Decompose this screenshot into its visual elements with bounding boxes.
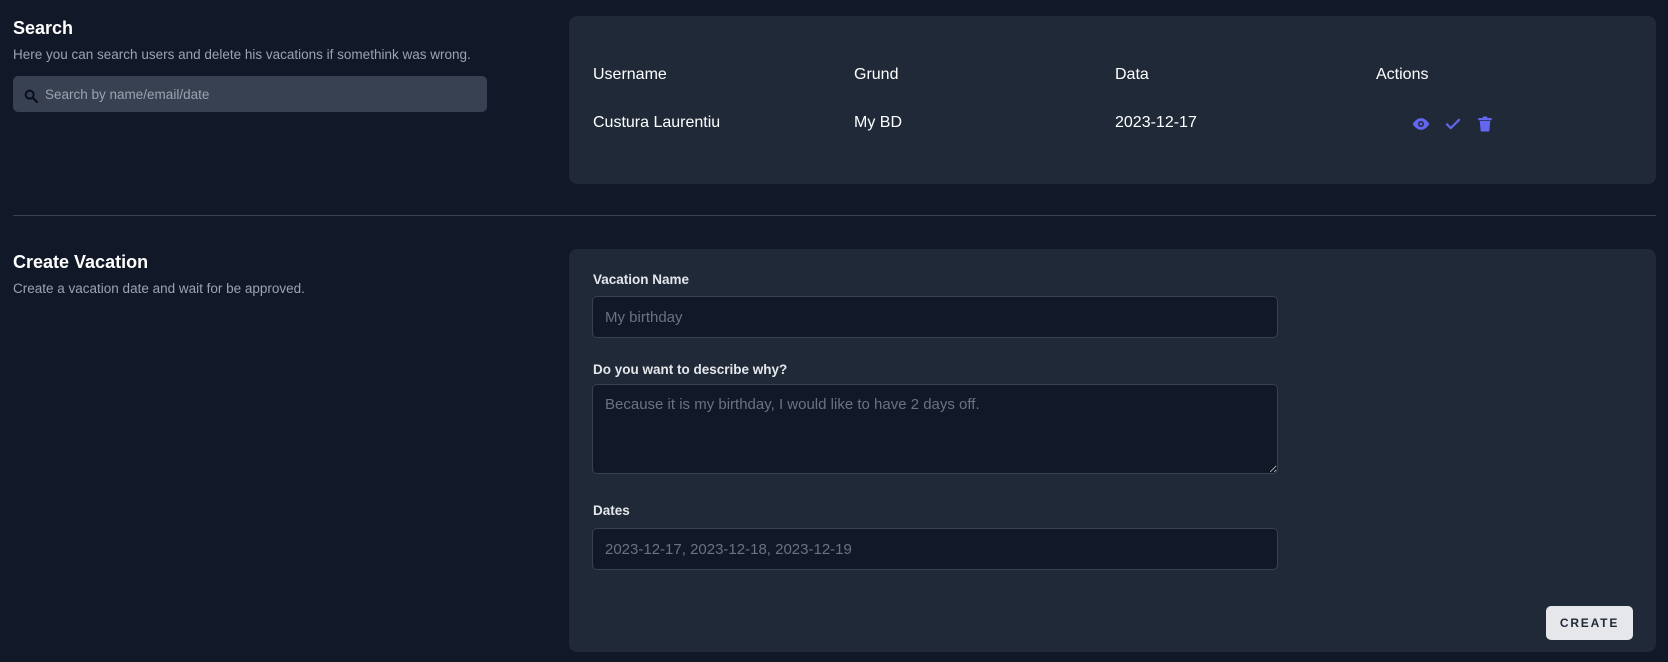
view-button[interactable] (1411, 114, 1431, 134)
search-description: Here you can search users and delete his… (13, 47, 471, 62)
search-section: Search Here you can search users and del… (0, 0, 1668, 200)
results-table: Username Grund Data Actions Custura Laur… (593, 66, 1633, 158)
header-grund: Grund (854, 66, 899, 83)
create-header: Create Vacation Create a vacation date a… (13, 252, 305, 296)
search-input[interactable] (13, 76, 487, 112)
section-divider (13, 215, 1656, 216)
reason-label: Do you want to describe why? (593, 362, 788, 377)
table-header-row: Username Grund Data Actions (593, 66, 1633, 110)
reason-textarea[interactable] (592, 384, 1278, 474)
row-username: Custura Laurentiu (593, 114, 721, 131)
search-icon (24, 89, 39, 104)
table-row: Custura Laurentiu My BD 2023-12-17 (593, 114, 1633, 158)
header-data: Data (1115, 66, 1149, 83)
row-grund: My BD (854, 114, 902, 131)
dates-label: Dates (593, 503, 630, 518)
approve-button[interactable] (1443, 114, 1463, 134)
create-button[interactable]: CREATE (1546, 606, 1633, 640)
search-field[interactable] (13, 76, 487, 112)
results-card: Username Grund Data Actions Custura Laur… (569, 16, 1656, 184)
header-username: Username (593, 66, 667, 83)
row-actions (1411, 114, 1495, 134)
vacation-name-label: Vacation Name (593, 272, 690, 287)
create-form-card: Vacation Name Do you want to describe wh… (569, 249, 1656, 652)
check-icon (1445, 118, 1461, 130)
create-section: Create Vacation Create a vacation date a… (0, 232, 1668, 662)
delete-button[interactable] (1475, 114, 1495, 134)
create-description: Create a vacation date and wait for be a… (13, 281, 305, 296)
row-data: 2023-12-17 (1115, 114, 1197, 131)
header-actions: Actions (1376, 66, 1429, 83)
vacation-name-input[interactable] (592, 296, 1278, 338)
create-title: Create Vacation (13, 252, 149, 272)
search-title: Search (13, 18, 74, 38)
search-header: Search Here you can search users and del… (13, 18, 471, 62)
eye-icon (1412, 118, 1430, 130)
trash-icon (1478, 116, 1492, 132)
dates-input[interactable] (592, 528, 1278, 570)
